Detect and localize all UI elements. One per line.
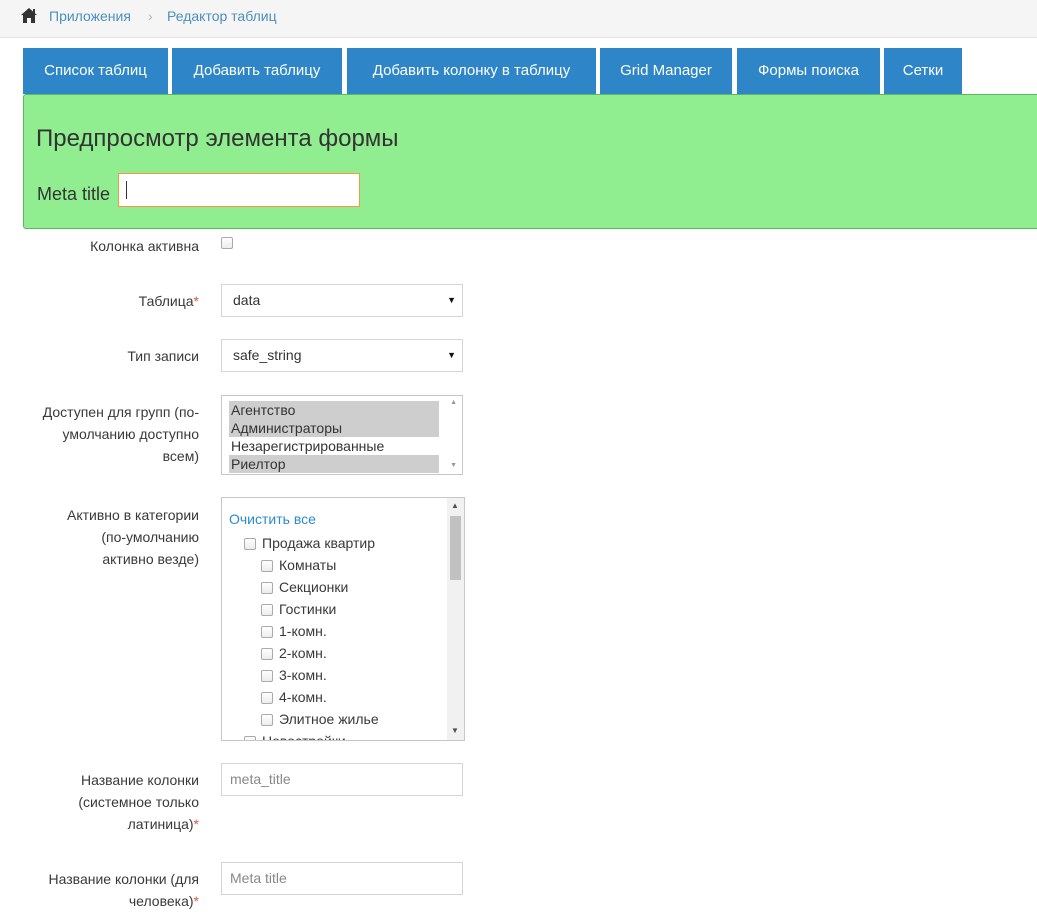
- category-label: Комнаты: [279, 557, 337, 573]
- category-checkbox[interactable]: [261, 604, 273, 617]
- tree-item[interactable]: 4-комн.: [261, 689, 327, 705]
- categories-tree[interactable]: Очистить все Продажа квартир Комнаты Сек…: [221, 497, 465, 741]
- record-type-select-value: safe_string: [233, 347, 302, 363]
- groups-label-line-3: всем): [162, 448, 199, 464]
- tree-item[interactable]: Комнаты: [261, 557, 336, 573]
- caret-down-icon: ▼: [447, 295, 456, 305]
- breadcrumb-separator: ›: [148, 8, 153, 24]
- home-icon[interactable]: [20, 7, 38, 24]
- breadcrumb: Приложения › Редактор таблиц: [0, 0, 1037, 38]
- preview-meta-title-input[interactable]: [118, 173, 360, 207]
- groups-label: Доступен для групп (по- умолчанию доступ…: [43, 401, 199, 467]
- system-name-label-line-1: Название колонки: [80, 772, 199, 788]
- preview-field-label: Meta title: [37, 184, 111, 204]
- required-mark: *: [193, 816, 199, 832]
- system-name-label-line-3: латиница)*: [78, 813, 199, 835]
- caret-down-icon: ▼: [447, 350, 456, 360]
- form-element-preview: Предпросмотр элемента формы Meta title: [23, 94, 1037, 229]
- scroll-down-icon[interactable]: ▼: [451, 726, 459, 735]
- tree-item[interactable]: Продажа квартир: [244, 535, 375, 551]
- human-name-input[interactable]: Meta title: [221, 862, 463, 895]
- categories-label-line-3: активно везде): [102, 551, 199, 567]
- table-label-text: Таблица: [138, 293, 194, 309]
- category-label: Элитное жилье: [279, 711, 379, 727]
- group-option-unregistered[interactable]: Незарегистрированные: [229, 437, 439, 455]
- category-checkbox[interactable]: [261, 714, 273, 727]
- tree-scrollbar-thumb[interactable]: [450, 516, 461, 580]
- groups-label-line-2: умолчанию доступно: [62, 426, 199, 442]
- human-name-label: Название колонки (для человека)*: [49, 868, 199, 912]
- scroll-up-icon[interactable]: ▲: [451, 501, 459, 510]
- scroll-up-icon[interactable]: ▲: [450, 399, 457, 406]
- system-name-input[interactable]: meta_title: [221, 763, 463, 796]
- category-label: 3-комн.: [279, 667, 327, 683]
- category-checkbox[interactable]: [261, 560, 273, 573]
- tree-scrollbar[interactable]: ▲ ▼: [447, 498, 464, 740]
- human-name-label-line-1: Название колонки (для: [48, 871, 199, 887]
- category-label: Новостройки: [262, 733, 346, 741]
- system-name-label: Название колонки (системное только латин…: [78, 769, 199, 835]
- category-label: 4-комн.: [279, 689, 327, 705]
- tree-item[interactable]: 2-комн.: [261, 645, 327, 661]
- tab-add-table[interactable]: Добавить таблицу: [172, 48, 342, 94]
- tab-grids[interactable]: Сетки: [884, 48, 962, 94]
- groups-multiselect[interactable]: Агентство Администраторы Незарегистриров…: [221, 395, 463, 475]
- breadcrumb-item-apps[interactable]: Приложения: [49, 8, 131, 24]
- tab-search-forms[interactable]: Формы поиска: [737, 48, 880, 94]
- human-name-label-line-2-text: человека): [128, 893, 194, 909]
- system-name-label-line-3-text: латиница): [127, 816, 194, 832]
- tree-item[interactable]: Секционки: [261, 579, 348, 595]
- system-name-label-line-2: (системное только: [78, 794, 199, 810]
- tree-item[interactable]: 1-комн.: [261, 623, 327, 639]
- record-type-label: Тип записи: [127, 348, 199, 364]
- group-option-admins[interactable]: Администраторы: [229, 419, 439, 437]
- groups-label-line-1: Доступен для групп (по-: [42, 404, 199, 420]
- record-type-select[interactable]: safe_string ▼: [221, 339, 463, 372]
- tab-grid-manager[interactable]: Grid Manager: [600, 48, 732, 94]
- text-caret: [126, 181, 127, 199]
- category-checkbox[interactable]: [261, 670, 273, 683]
- clear-all-link[interactable]: Очистить все: [229, 511, 316, 527]
- category-checkbox[interactable]: [261, 648, 273, 661]
- scroll-down-icon[interactable]: ▼: [450, 462, 457, 469]
- group-option-realtor[interactable]: Риелтор: [229, 455, 439, 473]
- table-select-value: data: [233, 292, 261, 308]
- breadcrumb-item-table-editor[interactable]: Редактор таблиц: [167, 8, 277, 24]
- category-checkbox[interactable]: [244, 736, 256, 740]
- category-label: Секционки: [279, 579, 349, 595]
- tree-item[interactable]: 3-комн.: [261, 667, 327, 683]
- category-checkbox[interactable]: [261, 582, 273, 595]
- preview-title: Предпросмотр элемента формы: [36, 125, 399, 152]
- tree-item[interactable]: Элитное жилье: [261, 711, 379, 727]
- table-select[interactable]: data ▼: [221, 284, 463, 317]
- group-option-agency[interactable]: Агентство: [229, 401, 439, 419]
- column-active-checkbox[interactable]: [221, 237, 233, 249]
- tree-item[interactable]: Новостройки: [244, 733, 346, 741]
- category-label: 2-комн.: [279, 645, 327, 661]
- categories-label: Активно в категории (по-умолчанию активн…: [67, 504, 199, 570]
- category-checkbox[interactable]: [244, 538, 256, 551]
- tab-add-column[interactable]: Добавить колонку в таблицу: [347, 48, 596, 94]
- required-mark: *: [193, 893, 199, 909]
- category-checkbox[interactable]: [261, 626, 273, 639]
- category-label: 1-комн.: [279, 623, 327, 639]
- table-label: Таблица*: [139, 290, 199, 312]
- tab-table-list[interactable]: Список таблиц: [23, 48, 168, 94]
- tree-item[interactable]: Гостинки: [261, 601, 336, 617]
- category-label: Гостинки: [279, 601, 337, 617]
- column-active-label: Колонка активна: [90, 238, 199, 254]
- category-checkbox[interactable]: [261, 692, 273, 705]
- categories-label-line-1: Активно в категории: [67, 507, 199, 523]
- categories-label-line-2: (по-умолчанию: [101, 529, 199, 545]
- human-name-label-line-2: человека)*: [49, 890, 199, 912]
- required-mark: *: [193, 293, 199, 309]
- category-label: Продажа квартир: [262, 535, 376, 551]
